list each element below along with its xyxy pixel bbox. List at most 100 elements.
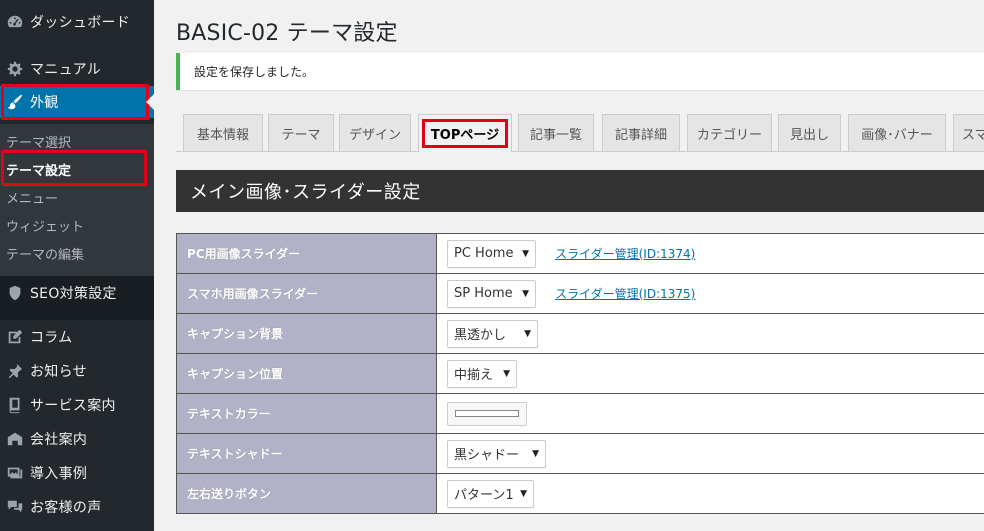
section-title: メイン画像･スライダー設定 bbox=[190, 182, 421, 203]
row-label: テキストシャドー bbox=[176, 433, 437, 474]
table-row: テキストカラー bbox=[176, 393, 984, 434]
settings-table: PC用画像スライダー PC Home ▼ スライダー管理(ID:1374) スマホ… bbox=[176, 233, 984, 514]
tab-design[interactable]: デザイン bbox=[339, 114, 411, 151]
sp-slider-select[interactable]: SP Home ▼ bbox=[447, 279, 536, 308]
chevron-down-icon: ▼ bbox=[524, 328, 531, 339]
row-label: キャプション位置 bbox=[176, 353, 437, 394]
tab-label: カテゴリー bbox=[696, 127, 762, 143]
text-color-picker[interactable] bbox=[447, 401, 527, 426]
tab-theme[interactable]: テーマ bbox=[268, 114, 334, 151]
submenu-theme-select[interactable]: テーマ選択 bbox=[6, 132, 71, 151]
menu-item-column[interactable]: コラム bbox=[0, 320, 154, 354]
select-value: 黒シャドー bbox=[454, 448, 520, 463]
menu-item-appearance[interactable]: 外観 bbox=[0, 86, 154, 118]
row-value: パターン1 ▼ bbox=[436, 473, 984, 514]
paintbrush-icon bbox=[0, 93, 30, 111]
menu-item-company[interactable]: 会社案内 bbox=[0, 422, 154, 456]
menu-label: コラム bbox=[30, 330, 73, 346]
row-label: キャプション背景 bbox=[176, 313, 437, 354]
tab-label: 見出し bbox=[789, 127, 829, 143]
table-row: PC用画像スライダー PC Home ▼ スライダー管理(ID:1374) bbox=[176, 233, 984, 274]
tab-label: 記事詳細 bbox=[614, 127, 667, 143]
tab-label: テーマ bbox=[281, 127, 321, 143]
tab-basic-info[interactable]: 基本情報 bbox=[183, 114, 263, 151]
submenu-menus[interactable]: メニュー bbox=[6, 188, 58, 207]
admin-sidebar: ダッシュボード マニュアル 外観 テーマ選択 テーマ設定 メニュー ウィジェット… bbox=[0, 0, 154, 531]
menu-item-seo[interactable]: SEO対策設定 bbox=[0, 276, 154, 310]
tab-label: 基本情報 bbox=[196, 127, 249, 143]
select-value: SP Home bbox=[454, 286, 513, 301]
row-label: テキストカラー bbox=[176, 393, 437, 434]
tab-category[interactable]: カテゴリー bbox=[687, 114, 772, 151]
tab-label: TOPページ bbox=[421, 119, 509, 148]
menu-label: マニュアル bbox=[30, 62, 102, 78]
text-shadow-select[interactable]: 黒シャドー ▼ bbox=[447, 439, 546, 468]
gear-icon bbox=[0, 60, 30, 78]
gallery-icon bbox=[0, 464, 30, 482]
slider-manage-link[interactable]: スライダー管理(ID:1375) bbox=[555, 287, 695, 301]
row-value: 黒透かし ▼ bbox=[436, 313, 984, 354]
tab-article-list[interactable]: 記事一覧 bbox=[518, 114, 594, 151]
table-row: キャプション位置 中揃え ▼ bbox=[176, 353, 984, 394]
tab-label: スマ bbox=[962, 127, 984, 143]
menu-label: ダッシュボード bbox=[30, 15, 131, 31]
row-value: PC Home ▼ スライダー管理(ID:1374) bbox=[436, 233, 984, 274]
dashboard-icon bbox=[0, 13, 30, 31]
row-value: 黒シャドー ▼ bbox=[436, 433, 984, 474]
tab-label: デザイン bbox=[348, 127, 401, 143]
menu-item-dashboard[interactable]: ダッシュボード bbox=[0, 5, 154, 39]
menu-label: 会社案内 bbox=[30, 432, 88, 448]
submenu-widgets[interactable]: ウィジェット bbox=[6, 216, 84, 235]
table-row: スマホ用画像スライダー SP Home ▼ スライダー管理(ID:1375) bbox=[176, 273, 984, 314]
row-value: SP Home ▼ スライダー管理(ID:1375) bbox=[436, 273, 984, 314]
select-value: 中揃え bbox=[454, 368, 494, 383]
select-value: 黒透かし bbox=[454, 328, 507, 343]
chevron-down-icon: ▼ bbox=[532, 448, 539, 459]
row-value: 中揃え ▼ bbox=[436, 353, 984, 394]
tab-images-banners[interactable]: 画像･バナー bbox=[848, 114, 946, 151]
row-value bbox=[436, 393, 984, 434]
page-title: BASIC-02 テーマ設定 bbox=[176, 21, 398, 46]
row-label: PC用画像スライダー bbox=[176, 233, 437, 274]
menu-item-manual[interactable]: マニュアル bbox=[0, 52, 154, 86]
select-value: パターン1 bbox=[454, 488, 514, 503]
submenu-theme-settings[interactable]: テーマ設定 bbox=[6, 160, 71, 179]
menu-item-services[interactable]: サービス案内 bbox=[0, 388, 154, 422]
caption-position-select[interactable]: 中揃え ▼ bbox=[447, 359, 517, 388]
menu-item-news[interactable]: お知らせ bbox=[0, 354, 154, 388]
menu-label: SEO対策設定 bbox=[30, 286, 117, 302]
tab-smartphone[interactable]: スマ bbox=[953, 114, 984, 151]
edit-icon bbox=[0, 328, 30, 346]
tab-article-detail[interactable]: 記事詳細 bbox=[602, 114, 680, 151]
section-header: メイン画像･スライダー設定 bbox=[176, 170, 984, 212]
chevron-down-icon: ▼ bbox=[522, 248, 529, 259]
building-icon bbox=[0, 430, 30, 448]
tab-label: 記事一覧 bbox=[529, 127, 582, 143]
notice-text: 設定を保存しました。 bbox=[194, 65, 315, 79]
menu-item-testimonials[interactable]: お客様の声 bbox=[0, 490, 154, 524]
chevron-down-icon: ▼ bbox=[503, 368, 510, 379]
slider-manage-link[interactable]: スライダー管理(ID:1374) bbox=[555, 247, 695, 261]
color-preview bbox=[455, 410, 519, 417]
active-menu-arrow bbox=[146, 94, 154, 110]
menu-label: お知らせ bbox=[30, 364, 87, 380]
tab-label: 画像･バナー bbox=[861, 127, 933, 143]
chevron-down-icon: ▼ bbox=[522, 288, 529, 299]
pc-slider-select[interactable]: PC Home ▼ bbox=[447, 239, 536, 268]
table-row: 左右送りボタン パターン1 ▼ bbox=[176, 473, 984, 514]
shield-icon bbox=[0, 284, 30, 302]
arrow-button-select[interactable]: パターン1 ▼ bbox=[447, 479, 534, 508]
menu-item-case-studies[interactable]: 導入事例 bbox=[0, 456, 154, 490]
chevron-down-icon: ▼ bbox=[520, 488, 527, 499]
menu-label: お客様の声 bbox=[30, 500, 102, 516]
book-icon bbox=[0, 396, 30, 414]
submenu-theme-editor[interactable]: テーマの編集 bbox=[6, 244, 84, 263]
table-row: キャプション背景 黒透かし ▼ bbox=[176, 313, 984, 354]
tab-top-page[interactable]: TOPページ bbox=[418, 114, 512, 152]
table-row: テキストシャドー 黒シャドー ▼ bbox=[176, 433, 984, 474]
tab-headings[interactable]: 見出し bbox=[778, 114, 841, 151]
settings-tabs: 基本情報 テーマ デザイン TOPページ 記事一覧 記事詳細 カテゴリー 見出し… bbox=[176, 114, 984, 152]
caption-bg-select[interactable]: 黒透かし ▼ bbox=[447, 319, 538, 348]
menu-label: 導入事例 bbox=[30, 466, 88, 482]
pushpin-icon bbox=[0, 362, 30, 380]
